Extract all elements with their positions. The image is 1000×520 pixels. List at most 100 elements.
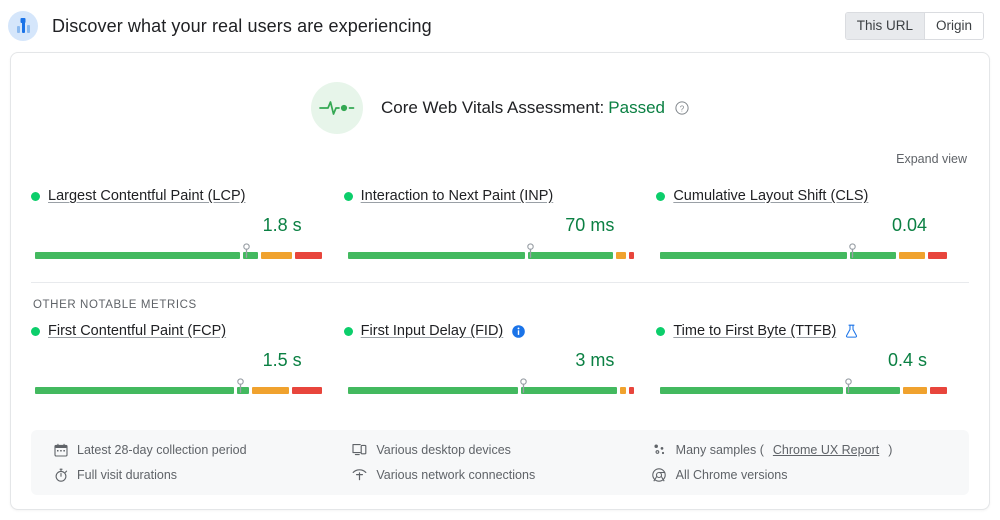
- metric-card: Time to First Byte (TTFB) 0.4 s: [656, 321, 969, 395]
- footer-item: Various desktop devices: [352, 442, 651, 457]
- distribution-segment-good: [35, 252, 241, 259]
- distribution-segment-poor: [291, 387, 322, 394]
- distribution-segment-good: [347, 252, 526, 259]
- metric-value: 0.4 s: [887, 350, 927, 370]
- distribution-segment-ni: [251, 387, 289, 394]
- page-header: Discover what your real users are experi…: [0, 0, 1000, 52]
- distribution-segments: [35, 252, 322, 259]
- metric-name-link[interactable]: Interaction to Next Paint (INP): [361, 188, 554, 204]
- footer-item-label: All Chrome versions: [675, 467, 788, 482]
- metric-value: 0.04: [891, 215, 927, 235]
- metric-status-dot: [31, 326, 40, 336]
- distribution-segment-ni: [899, 252, 925, 259]
- metric-status-dot: [343, 326, 353, 336]
- footer-item: Full visit durations: [53, 467, 352, 482]
- metric-status-dot: [656, 326, 666, 336]
- samples-dots-icon: [652, 442, 667, 457]
- footer-item: Many samples ( Chrome UX Report): [652, 442, 951, 457]
- footer-column: Many samples ( Chrome UX Report) All Chrom…: [652, 442, 951, 482]
- distribution-segment-ni: [620, 387, 626, 394]
- metric-status-dot: [656, 191, 666, 201]
- crux-bars-icon: [8, 11, 38, 41]
- footer-item-label-after: ): [888, 442, 893, 457]
- report-footer: Latest 28-day collection period Full visi…: [31, 430, 969, 495]
- distribution-segments: [347, 387, 635, 394]
- distribution-segment-ni: [902, 387, 928, 394]
- toggle-this-url-button[interactable]: This URL: [845, 13, 924, 39]
- metric-name-link[interactable]: First Contentful Paint (FCP): [48, 323, 226, 339]
- chrome-icon: [652, 467, 667, 482]
- footer-item: Various network connections: [352, 467, 651, 482]
- toggle-origin-button[interactable]: Origin: [924, 13, 983, 39]
- metric-card: First Input Delay (FID) 3 ms: [343, 321, 657, 398]
- metric-value: 1.8 s: [262, 215, 302, 235]
- metric-name-link[interactable]: Cumulative Layout Shift (CLS): [673, 188, 868, 204]
- footer-item-label: Latest 28-day collection period: [77, 442, 247, 457]
- distribution-segments: [660, 387, 947, 394]
- metric-value-marker: [848, 243, 857, 263]
- distribution-segments: [35, 387, 322, 394]
- distribution-segment-poor: [930, 387, 947, 394]
- distribution-segment-ni: [615, 252, 626, 259]
- chrome-ux-report-link[interactable]: Chrome UX Report: [773, 443, 879, 457]
- footer-column: Latest 28-day collection period Full visi…: [53, 442, 352, 482]
- metric-value: 70 ms: [565, 215, 615, 235]
- metric-card: Largest Contentful Paint (LCP) 1.8 s: [31, 186, 344, 260]
- metric-distribution-bar: [31, 243, 324, 263]
- metric-card: First Contentful Paint (FCP) 1.5 s: [31, 321, 344, 395]
- help-circle-icon[interactable]: ?: [675, 101, 689, 115]
- footer-item-label: Full visit durations: [77, 467, 178, 482]
- distribution-segment-poor: [927, 252, 947, 259]
- distribution-segment-poor: [628, 252, 635, 259]
- metric-name-link[interactable]: First Input Delay (FID): [361, 323, 504, 339]
- distribution-segment-good: [347, 387, 518, 394]
- scope-toggle-group[interactable]: This URL Origin: [844, 12, 984, 40]
- metric-name-link[interactable]: Time to First Byte (TTFB): [673, 323, 836, 339]
- expand-view-row: Expand view: [11, 134, 989, 168]
- distribution-segment-poor: [628, 387, 635, 394]
- distribution-segment-good: [845, 387, 900, 394]
- footer-item-label: Various desktop devices: [376, 442, 511, 457]
- metric-value-marker: [526, 243, 535, 263]
- distribution-segment-good: [660, 252, 847, 259]
- stopwatch-icon: [53, 467, 68, 482]
- metric-distribution-bar: [656, 243, 949, 263]
- metric-value-marker: [844, 378, 853, 398]
- experiment-flask-icon[interactable]: [845, 324, 858, 338]
- metric-value: 3 ms: [575, 350, 615, 370]
- footer-column: Various desktop devices Various network c…: [352, 442, 651, 482]
- metric-header: First Input Delay (FID): [343, 321, 637, 341]
- network-wifi-icon: [352, 467, 367, 482]
- other-metrics-title: OTHER NOTABLE METRICS: [33, 299, 197, 311]
- pulse-heartbeat-icon: [310, 82, 363, 134]
- assessment-text: Core Web Vitals Assessment: Passed ?: [381, 98, 689, 118]
- distribution-segment-poor: [295, 252, 322, 259]
- page-title: Discover what your real users are experi…: [52, 15, 432, 36]
- distribution-segments: [660, 252, 947, 259]
- page-root: Discover what your real users are experi…: [0, 0, 1000, 520]
- metric-distribution-bar: [656, 378, 949, 398]
- assessment-status: Passed: [608, 98, 665, 117]
- metric-value-marker: [519, 378, 528, 398]
- metric-status-dot: [31, 191, 40, 201]
- footer-item-label: Many samples (: [675, 442, 764, 457]
- footer-item: Latest 28-day collection period: [53, 442, 352, 457]
- metric-value-marker: [242, 243, 251, 263]
- distribution-segment-good: [660, 387, 843, 394]
- metric-card: Cumulative Layout Shift (CLS) 0.04: [656, 186, 969, 260]
- crux-report-card: Core Web Vitals Assessment: Passed ? Exp…: [10, 52, 990, 510]
- metric-header: First Contentful Paint (FCP): [31, 321, 324, 341]
- svg-text:?: ?: [680, 104, 685, 113]
- distribution-segment-good: [520, 387, 618, 394]
- metric-header: Interaction to Next Paint (INP): [343, 186, 637, 206]
- metric-name-link[interactable]: Largest Contentful Paint (LCP): [48, 188, 245, 204]
- calendar-icon: [53, 442, 68, 457]
- core-metrics-grid: Largest Contentful Paint (LCP) 1.8 s Inter…: [11, 186, 989, 260]
- distribution-segment-ni: [260, 252, 293, 259]
- expand-view-link[interactable]: Expand view: [896, 152, 967, 166]
- metric-distribution-bar: [344, 243, 637, 263]
- info-filled-icon[interactable]: [512, 324, 526, 338]
- distribution-segment-good: [35, 387, 234, 394]
- metric-card: Interaction to Next Paint (INP) 70 ms: [343, 186, 657, 263]
- metric-distribution-bar: [344, 378, 637, 398]
